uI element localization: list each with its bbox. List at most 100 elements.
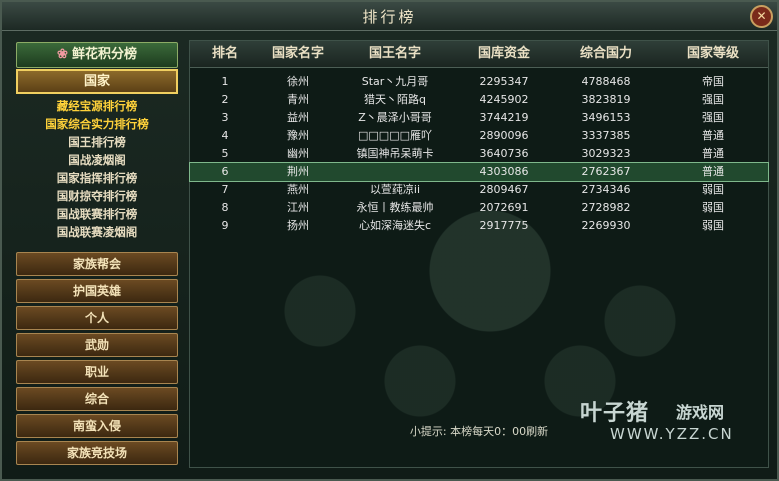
cell-country: 益州 bbox=[287, 111, 309, 124]
cell-rank: 1 bbox=[221, 75, 229, 88]
cell-level: 强国 bbox=[702, 111, 724, 124]
cell-king: □□□□□雁吖 bbox=[358, 129, 432, 142]
header-country-name: 国家名字 bbox=[271, 46, 324, 61]
cell-treasury: 3640736 bbox=[479, 147, 529, 160]
cell-rank: 9 bbox=[221, 219, 229, 232]
table-body: 1 徐州 Star丶九月哥 2295347 4788468 帝国 2 青州 猎天丶陌路q 4245… bbox=[189, 73, 769, 235]
southern-invasion-button[interactable]: 南蛮入侵 bbox=[16, 414, 178, 438]
table-row[interactable]: 2 青州 猎天丶陌路q 4245902 3823819 强国 bbox=[190, 91, 768, 109]
table-row[interactable]: 3 益州 Z丶晨泽小哥哥 3744219 3496153 强国 bbox=[190, 109, 768, 127]
submenu-item[interactable]: 国战凌烟阁 bbox=[16, 151, 178, 169]
cell-country: 燕州 bbox=[287, 183, 309, 196]
cell-power: 3496153 bbox=[581, 111, 631, 124]
submenu-item[interactable]: 国战联赛凌烟阁 bbox=[16, 223, 178, 241]
submenu-item[interactable]: 国战联赛排行榜 bbox=[16, 205, 178, 223]
cell-rank: 8 bbox=[221, 201, 229, 214]
window-title: 排行榜 bbox=[362, 8, 417, 26]
cell-rank: 2 bbox=[221, 93, 229, 106]
watermark-subtitle: 游戏网 bbox=[676, 403, 725, 422]
header-king-name: 国王名字 bbox=[368, 46, 421, 61]
cell-power: 4788468 bbox=[581, 75, 631, 88]
cell-level: 强国 bbox=[702, 93, 724, 106]
submenu-item[interactable]: 国王排行榜 bbox=[16, 133, 178, 151]
cell-king: Star丶九月哥 bbox=[361, 75, 429, 88]
header-country-level: 国家等级 bbox=[686, 46, 739, 61]
cell-treasury: 2917775 bbox=[479, 219, 529, 232]
cell-country: 豫州 bbox=[287, 129, 309, 142]
submenu-item[interactable]: 国家指挥排行榜 bbox=[16, 169, 178, 187]
country-category-button[interactable]: 国家 bbox=[16, 69, 178, 94]
cell-treasury: 2072691 bbox=[479, 201, 529, 214]
title-bar: 排行榜 ✕ bbox=[2, 2, 777, 31]
cell-treasury: 4303086 bbox=[479, 165, 529, 178]
cell-power: 2762367 bbox=[581, 165, 631, 178]
cell-level: 普通 bbox=[702, 129, 724, 142]
table-row[interactable]: 8 江州 永恒丨教练最帅 2072691 2728982 弱国 bbox=[190, 199, 768, 217]
cell-treasury: 3744219 bbox=[479, 111, 529, 124]
cell-level: 弱国 bbox=[702, 219, 724, 232]
cell-rank: 4 bbox=[221, 129, 229, 142]
cell-country: 幽州 bbox=[287, 147, 309, 160]
cell-king: 心如深海迷失c bbox=[358, 219, 432, 232]
cell-king bbox=[336, 163, 454, 181]
national-hero-button[interactable]: 护国英雄 bbox=[16, 279, 178, 303]
overall-button[interactable]: 综合 bbox=[16, 387, 178, 411]
header-rank: 排名 bbox=[211, 46, 238, 61]
family-guild-button[interactable]: 家族帮会 bbox=[16, 252, 178, 276]
table-header: 排名 国家名字 国王名字 国库资金 综合国力 国家等级 bbox=[190, 41, 768, 68]
table-row[interactable]: 9 扬州 心如深海迷失c 2917775 2269930 弱国 bbox=[190, 217, 768, 235]
cell-country: 徐州 bbox=[287, 75, 309, 88]
country-submenu: 藏经宝源排行榜 国家综合实力排行榜 国王排行榜 国战凌烟阁 国家指挥排行榜 国财… bbox=[16, 97, 178, 241]
military-merit-button[interactable]: 武勋 bbox=[16, 333, 178, 357]
personal-button[interactable]: 个人 bbox=[16, 306, 178, 330]
profession-button[interactable]: 职业 bbox=[16, 360, 178, 384]
watermark-brand: 叶子猪 bbox=[580, 401, 650, 426]
table-row[interactable]: 5 幽州 镇国神吊呆萌卡 3640736 3029323 普通 bbox=[190, 145, 768, 163]
cell-king: 镇国神吊呆萌卡 bbox=[356, 147, 434, 160]
cell-rank: 6 bbox=[221, 165, 229, 178]
cell-treasury: 2295347 bbox=[479, 75, 529, 88]
cell-country: 荆州 bbox=[287, 165, 309, 178]
cell-level: 帝国 bbox=[702, 75, 724, 88]
watermark-url: WWW.YZZ.CN bbox=[610, 425, 734, 443]
header-treasury: 国库资金 bbox=[477, 46, 530, 61]
cell-level: 弱国 bbox=[702, 201, 724, 214]
header-national-power: 综合国力 bbox=[579, 46, 632, 61]
cell-country: 江州 bbox=[287, 201, 309, 214]
close-button[interactable]: ✕ bbox=[750, 5, 773, 28]
cell-power: 3337385 bbox=[581, 129, 631, 142]
cell-rank: 3 bbox=[221, 111, 229, 124]
cell-king: 以萱莼凉ii bbox=[369, 183, 421, 196]
cell-rank: 7 bbox=[221, 183, 229, 196]
submenu-item[interactable]: 国家综合实力排行榜 bbox=[16, 115, 178, 133]
submenu-item[interactable]: 国财掠夺排行榜 bbox=[16, 187, 178, 205]
cell-king: 猎天丶陌路q bbox=[364, 93, 426, 106]
ranking-window: 排行榜 ✕ ❀ 鲜花积分榜 国家 藏经宝源排行榜 国家综合实力排行榜 国王排行榜 … bbox=[0, 0, 779, 481]
cell-power: 3823819 bbox=[581, 93, 631, 106]
cell-power: 2728982 bbox=[581, 201, 631, 214]
flower-ranking-button[interactable]: ❀ 鲜花积分榜 bbox=[16, 42, 178, 68]
cell-level: 普通 bbox=[702, 147, 724, 160]
cell-treasury: 2890096 bbox=[479, 129, 529, 142]
table-row[interactable]: 4 豫州 □□□□□雁吖 2890096 3337385 普通 bbox=[190, 127, 768, 145]
submenu-item[interactable]: 藏经宝源排行榜 bbox=[16, 97, 178, 115]
cell-treasury: 2809467 bbox=[479, 183, 529, 196]
cell-country: 青州 bbox=[287, 93, 309, 106]
cell-king: Z丶晨泽小哥哥 bbox=[358, 111, 432, 124]
cell-level: 弱国 bbox=[702, 183, 724, 196]
table-row[interactable]: 7 燕州 以萱莼凉ii 2809467 2734346 弱国 bbox=[190, 181, 768, 199]
sidebar: ❀ 鲜花积分榜 国家 藏经宝源排行榜 国家综合实力排行榜 国王排行榜 国战凌烟阁 … bbox=[14, 40, 182, 468]
flower-ranking-label: 鲜花积分榜 bbox=[71, 47, 137, 62]
table-row[interactable]: 6 荆州 4303086 2762367 普通 bbox=[189, 162, 769, 182]
cell-treasury: 4245902 bbox=[479, 93, 529, 106]
family-arena-button[interactable]: 家族竞技场 bbox=[16, 441, 178, 465]
cell-level: 普通 bbox=[702, 165, 724, 178]
cell-power: 3029323 bbox=[581, 147, 631, 160]
cell-power: 2269930 bbox=[581, 219, 631, 232]
table-row[interactable]: 1 徐州 Star丶九月哥 2295347 4788468 帝国 bbox=[190, 73, 768, 91]
cell-king: 永恒丨教练最帅 bbox=[356, 201, 434, 214]
cell-rank: 5 bbox=[221, 147, 229, 160]
site-watermark: 叶子猪 游戏网 WWW.YZZ.CN bbox=[580, 395, 776, 445]
flower-icon: ❀ bbox=[57, 47, 68, 62]
cell-country: 扬州 bbox=[287, 219, 309, 232]
